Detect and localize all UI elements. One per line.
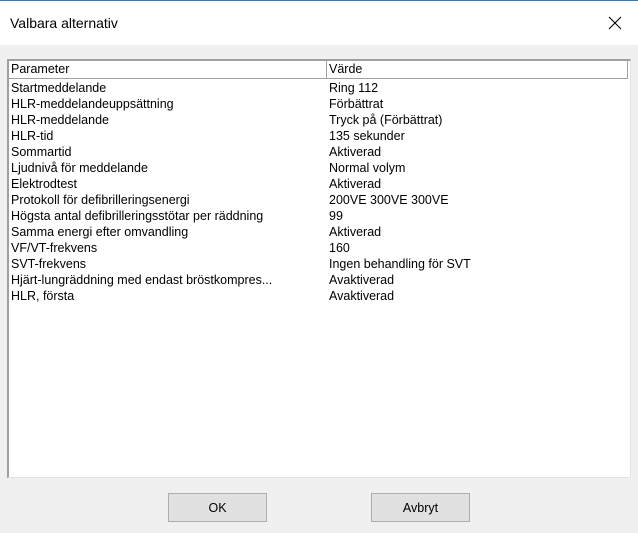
cancel-button[interactable]: Avbryt — [371, 493, 470, 522]
list-item[interactable]: HLR-tid 135 sekunder — [9, 128, 630, 144]
options-list-view[interactable]: Parameter Värde Startmeddelande Ring 112 H… — [7, 59, 631, 478]
list-item[interactable]: VF/VT-frekvens 160 — [9, 240, 630, 256]
value-cell: Ingen behandling för SVT — [329, 257, 471, 271]
value-cell: Avaktiverad — [329, 289, 395, 303]
parameter-cell: Elektrodtest — [11, 177, 78, 191]
parameter-cell: Protokoll för defibrilleringsenergi — [11, 193, 190, 207]
title-bar[interactable]: Valbara alternativ — [0, 1, 638, 45]
column-header-parameter[interactable]: Parameter — [9, 61, 327, 79]
close-button[interactable] — [592, 1, 638, 45]
value-cell: 99 — [329, 209, 343, 223]
value-cell: Avaktiverad — [329, 273, 395, 287]
list-item[interactable]: SVT-frekvens Ingen behandling för SVT — [9, 256, 630, 272]
list-item[interactable]: Elektrodtest Aktiverad — [9, 176, 630, 192]
list-item[interactable]: Protokoll för defibrilleringsenergi 200VE… — [9, 192, 630, 208]
list-item[interactable]: HLR-meddelande Tryck på (Förbättrat) — [9, 112, 630, 128]
parameter-cell: HLR-meddelandeuppsättning — [11, 97, 174, 111]
parameter-cell: Sommartid — [11, 145, 72, 159]
value-cell: Aktiverad — [329, 145, 382, 159]
list-item[interactable]: Startmeddelande Ring 112 — [9, 80, 630, 96]
parameter-cell: VF/VT-frekvens — [11, 241, 98, 255]
value-cell: Aktiverad — [329, 225, 382, 239]
parameter-cell: Hjärt-lungräddning med endast bröstkompr… — [11, 273, 273, 287]
value-cell: 200VE 300VE 300VE — [329, 193, 449, 207]
list-item[interactable]: Sommartid Aktiverad — [9, 144, 630, 160]
list-item[interactable]: Hjärt-lungräddning med endast bröstkompr… — [9, 272, 630, 288]
parameter-cell: Startmeddelande — [11, 81, 107, 95]
value-cell: 160 — [329, 241, 350, 255]
value-cell: Förbättrat — [329, 97, 384, 111]
value-cell: Normal volym — [329, 161, 406, 175]
list-item[interactable]: Ljudnivå för meddelande Normal volym — [9, 160, 630, 176]
dialog-window: Valbara alternativ Parameter Värde Start… — [0, 0, 638, 533]
value-cell: Tryck på (Förbättrat) — [329, 113, 443, 127]
parameter-cell: HLR, första — [11, 289, 75, 303]
parameter-cell: HLR-tid — [11, 129, 54, 143]
parameter-cell: Samma energi efter omvandling — [11, 225, 189, 239]
list-header: Parameter Värde — [9, 61, 630, 79]
list-rows: Startmeddelande Ring 112 HLR-meddelandeupp… — [9, 80, 630, 304]
list-item[interactable]: Samma energi efter omvandling Aktiverad — [9, 224, 630, 240]
parameter-cell: Högsta antal defibrilleringsstötar per r… — [11, 209, 264, 223]
value-cell: 135 sekunder — [329, 129, 405, 143]
list-item[interactable]: HLR, första Avaktiverad — [9, 288, 630, 304]
parameter-cell: Ljudnivå för meddelande — [11, 161, 148, 175]
parameter-cell: HLR-meddelande — [11, 113, 109, 127]
column-header-value[interactable]: Värde — [327, 61, 628, 79]
list-item[interactable]: Högsta antal defibrilleringsstötar per r… — [9, 208, 630, 224]
value-cell: Ring 112 — [329, 81, 379, 95]
close-icon — [608, 16, 622, 30]
ok-button[interactable]: OK — [168, 493, 267, 522]
list-item[interactable]: HLR-meddelandeuppsättning Förbättrat — [9, 96, 630, 112]
value-cell: Aktiverad — [329, 177, 382, 191]
window-title: Valbara alternativ — [10, 15, 118, 31]
parameter-cell: SVT-frekvens — [11, 257, 87, 271]
